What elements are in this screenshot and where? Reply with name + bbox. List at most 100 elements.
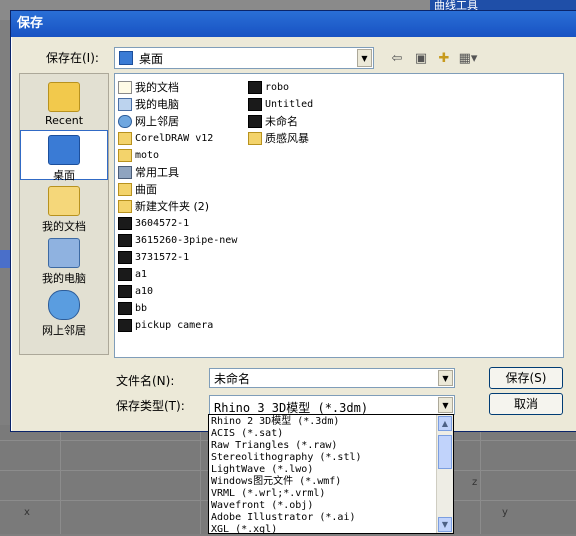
list-item[interactable]: 未命名 [248,113,298,129]
file-list[interactable]: 我的文档 我的电脑 网上邻居 CorelDRAW v12 moto 常用工具 曲… [114,73,564,358]
filename-field[interactable]: 未命名 ▼ [209,368,455,388]
list-item[interactable]: 曲面 [118,181,157,197]
my-computer-icon [118,97,132,111]
rhino-file-icon [118,267,132,281]
chevron-down-icon[interactable]: ▼ [438,397,453,413]
file-name: robo [265,81,290,93]
file-name: 3604572-1 [135,217,190,229]
dropdown-option[interactable]: Rhino 2 3D模型 (*.3dm) [211,416,339,428]
rhino-file-icon [248,97,262,111]
list-item[interactable]: 我的文档 [118,79,179,95]
place-recent[interactable]: Recent [20,78,108,128]
list-item[interactable]: Untitled [248,96,313,112]
file-name: bb [135,302,148,314]
dropdown-option[interactable]: LightWave (*.lwo) [211,464,313,476]
desktop-icon [48,135,80,165]
save-dialog: 保存 保存在(I): 桌面 ▼ ⇦ ▣ ✚ ▦▾ Recent 桌面 我的文档 … [10,10,576,432]
place-network[interactable]: 网上邻居 [20,286,108,337]
file-name: 我的电脑 [135,98,179,111]
chevron-down-icon[interactable]: ▼ [357,49,372,67]
rhino-file-icon [118,318,132,332]
save-button[interactable]: 保存(S) [489,367,563,389]
place-my-documents[interactable]: 我的文档 [20,182,108,233]
chevron-down-icon[interactable]: ▼ [438,370,453,386]
list-item[interactable]: 3731572-1 [118,249,189,265]
list-item[interactable]: 3615260-3pipe-new [118,232,237,248]
network-globe-icon [48,290,80,320]
my-computer-icon [48,238,80,268]
list-item[interactable]: 我的电脑 [118,96,179,112]
axis-z-label: z [472,477,478,488]
scroll-up-icon[interactable]: ▲ [438,416,452,431]
cancel-button[interactable]: 取消 [489,393,563,415]
list-item[interactable]: moto [118,147,159,163]
list-item[interactable]: pickup camera [118,317,213,333]
place-desktop[interactable]: 桌面 [20,130,108,182]
rhino-file-icon [248,114,262,128]
filetype-label: 保存类型(T): [116,399,185,413]
place-label: 我的电脑 [42,272,86,285]
axis-y-label: y [502,507,508,518]
list-item[interactable]: 质感风暴 [248,130,309,146]
list-item[interactable]: a1 [118,266,147,282]
file-name: Untitled [265,98,314,110]
dropdown-option[interactable]: ACIS (*.sat) [211,428,283,440]
new-folder-icon[interactable]: ✚ [434,49,454,67]
rhino-file-icon [118,216,132,230]
file-name: 3615260-3pipe-new [135,234,238,246]
folder-icon [118,182,132,196]
up-folder-icon[interactable]: ▣ [411,49,431,67]
scroll-down-icon[interactable]: ▼ [438,517,452,532]
list-item[interactable]: 新建文件夹 (2) [118,198,209,214]
place-label: 网上邻居 [42,324,86,337]
file-name: 网上邻居 [135,115,179,128]
filetype-dropdown-list[interactable]: Rhino 2 3D模型 (*.3dm) ACIS (*.sat) Raw Tr… [208,414,454,536]
file-name: 未命名 [265,115,298,128]
save-in-value: 桌面 [139,52,164,66]
dropdown-scrollbar[interactable]: ▲ ▼ [436,415,453,533]
save-in-label: 保存在(I): [46,51,99,65]
folder-icon [118,199,132,213]
place-label: Recent [44,114,84,127]
file-name: moto [135,149,160,161]
list-item[interactable]: 3604572-1 [118,215,189,231]
list-item[interactable]: a10 [118,283,153,299]
filetype-select[interactable]: Rhino 3 3D模型 (*.3dm) ▼ [209,395,455,415]
file-name: 新建文件夹 (2) [135,200,210,213]
my-documents-icon [118,80,132,94]
place-label: 我的文档 [42,220,86,233]
place-label: 桌面 [53,169,75,182]
list-item[interactable]: bb [118,300,147,316]
list-item[interactable]: 常用工具 [118,164,179,180]
list-item[interactable]: robo [248,79,289,95]
grid-line [60,425,61,534]
dropdown-option[interactable]: VRML (*.wrl;*.vrml) [211,488,325,500]
view-menu-icon[interactable]: ▦▾ [458,49,478,67]
background-tab [0,250,10,268]
dropdown-option[interactable]: Raw Triangles (*.raw) [211,440,337,452]
place-my-computer[interactable]: 我的电脑 [20,234,108,285]
back-arrow-icon[interactable]: ⇦ [387,49,407,67]
desktop-icon [119,51,133,65]
dropdown-option[interactable]: Wavefront (*.obj) [211,500,313,512]
scroll-thumb[interactable] [438,435,452,469]
rhino-file-icon [118,284,132,298]
file-name: 曲面 [135,183,157,196]
dropdown-option[interactable]: XGL (*.xgl) [211,524,277,536]
save-in-combo[interactable]: 桌面 ▼ [114,47,374,69]
file-name: 常用工具 [135,166,179,179]
dropdown-option[interactable]: Adobe Illustrator (*.ai) [211,512,356,524]
dropdown-option[interactable]: Windows图元文件 (*.wmf) [211,476,341,488]
grid-line [200,425,201,534]
file-name: a1 [135,268,148,280]
file-name: 质感风暴 [265,132,309,145]
network-icon [118,114,132,128]
file-name: 我的文档 [135,81,179,94]
folder-icon [118,131,132,145]
list-item[interactable]: CorelDRAW v12 [118,130,213,146]
rhino-file-icon [118,233,132,247]
dropdown-option[interactable]: Stereolithography (*.stl) [211,452,362,464]
list-item[interactable]: 网上邻居 [118,113,179,129]
grid-line [480,425,481,534]
dialog-title[interactable]: 保存 [11,11,576,37]
